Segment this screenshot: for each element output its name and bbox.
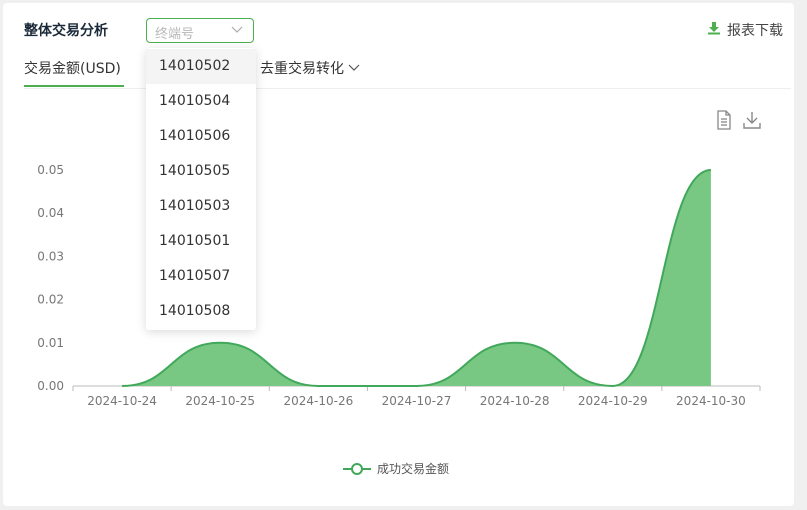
tabs-bar: 交易金额(USD) 去重交易转化 xyxy=(24,56,791,89)
x-tick-label: 2024-10-30 xyxy=(676,394,746,408)
x-tick-label: 2024-10-29 xyxy=(578,394,648,408)
tab-dedup-conversion[interactable]: 去重交易转化 xyxy=(260,58,360,78)
dropdown-option[interactable]: 14010505 xyxy=(146,154,256,189)
dropdown-option[interactable]: 14010506 xyxy=(146,119,256,154)
chart-legend[interactable]: 成功交易金额 xyxy=(343,460,449,477)
x-tick-label: 2024-10-25 xyxy=(185,394,255,408)
chevron-down-icon xyxy=(231,22,243,41)
x-tick-label: 2024-10-26 xyxy=(283,394,353,408)
tab-label: 去重交易转化 xyxy=(260,61,344,77)
download-label: 报表下载 xyxy=(727,23,783,39)
dropdown-option[interactable]: 14010507 xyxy=(146,259,256,294)
legend-line-icon xyxy=(343,462,371,475)
y-tick-label: 0.03 xyxy=(37,249,64,263)
data-view-icon[interactable] xyxy=(716,110,732,134)
chart-toolbox xyxy=(716,110,762,134)
x-tick-label: 2024-10-24 xyxy=(87,394,157,408)
dropdown-option[interactable]: 14010504 xyxy=(146,84,256,119)
legend-label: 成功交易金额 xyxy=(377,462,450,476)
y-tick-label: 0.02 xyxy=(37,293,64,307)
terminal-select-placeholder: 终端号 xyxy=(155,27,195,42)
terminal-dropdown: 14010502 14010504 14010506 14010505 1401… xyxy=(146,48,256,330)
y-tick-label: 0.00 xyxy=(37,379,64,393)
dropdown-option[interactable]: 14010508 xyxy=(146,294,256,329)
page-title: 整体交易分析 xyxy=(24,23,108,39)
x-tick-label: 2024-10-28 xyxy=(480,394,550,408)
x-tick-label: 2024-10-27 xyxy=(382,394,452,408)
tab-label: 交易金额(USD) xyxy=(24,61,121,77)
y-tick-label: 0.04 xyxy=(37,206,64,220)
chevron-down-icon xyxy=(348,61,360,77)
terminal-select[interactable]: 终端号 xyxy=(146,18,254,43)
download-report-button[interactable]: 报表下载 xyxy=(707,20,783,40)
dropdown-option[interactable]: 14010503 xyxy=(146,189,256,224)
tab-transaction-amount[interactable]: 交易金额(USD) xyxy=(24,58,124,87)
dropdown-option[interactable]: 14010501 xyxy=(146,224,256,259)
save-image-icon[interactable] xyxy=(742,110,762,134)
y-tick-label: 0.05 xyxy=(37,163,64,177)
download-icon xyxy=(707,21,721,39)
y-tick-label: 0.01 xyxy=(37,336,64,350)
dropdown-option[interactable]: 14010502 xyxy=(146,49,256,84)
